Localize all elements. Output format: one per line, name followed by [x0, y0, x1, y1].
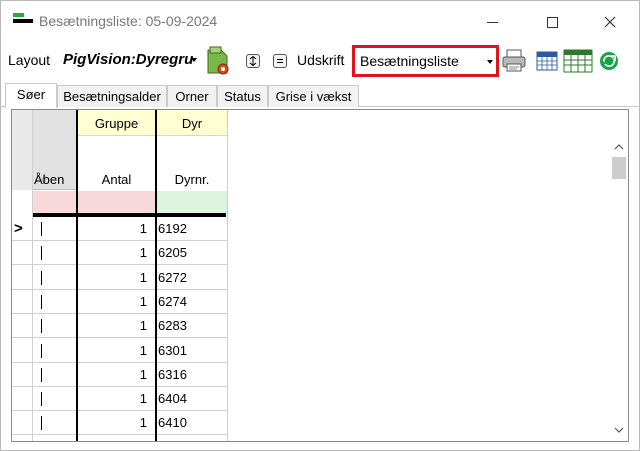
- cell-dyrnr[interactable]: 6316: [158, 367, 187, 382]
- cell-antal[interactable]: 1: [78, 318, 147, 333]
- layout-dropdown-arrow-icon[interactable]: [191, 58, 197, 62]
- print-label: Udskrift: [297, 52, 345, 68]
- cell-dyrnr[interactable]: 6283: [158, 318, 187, 333]
- cell-dyrnr[interactable]: 6301: [158, 343, 187, 358]
- vertical-scrollbar[interactable]: [610, 135, 628, 441]
- table-grid-icon[interactable]: [563, 49, 593, 73]
- scroll-thumb[interactable]: [612, 157, 626, 179]
- close-icon: [604, 16, 616, 28]
- expand-button[interactable]: [246, 54, 260, 68]
- cell-aben[interactable]: [41, 367, 42, 382]
- minimize-button[interactable]: [469, 9, 515, 35]
- cell-aben[interactable]: [41, 416, 42, 431]
- cell-antal[interactable]: 1: [78, 343, 147, 358]
- column-header-antal[interactable]: Antal: [78, 137, 155, 190]
- cell-dyrnr[interactable]: 6192: [158, 221, 187, 236]
- scroll-down-icon[interactable]: [614, 425, 624, 435]
- cell-dyrnr[interactable]: 6274: [158, 294, 187, 309]
- table-row[interactable]: 1 6272: [12, 266, 227, 290]
- collapse-button[interactable]: [273, 54, 287, 68]
- table-row[interactable]: 1 6274: [12, 290, 227, 314]
- expand-icon: [249, 55, 257, 67]
- layout-label: Layout: [8, 52, 51, 68]
- column-header-aben[interactable]: Åben: [32, 110, 77, 190]
- data-grid[interactable]: Åben Gruppe Antal Dyr Dyrnr. >1 6192 1 6205…: [11, 109, 629, 442]
- table-row[interactable]: >1 6192: [12, 217, 227, 241]
- scroll-up-icon[interactable]: [614, 142, 624, 152]
- current-row-indicator: >: [14, 220, 23, 237]
- table-row[interactable]: 1 6316: [12, 363, 227, 387]
- collapse-icon: [277, 59, 283, 63]
- column-header-dyrnr[interactable]: Dyrnr.: [157, 137, 227, 190]
- cell-antal[interactable]: 1: [78, 270, 147, 285]
- calendar-icon[interactable]: [536, 50, 558, 72]
- cell-antal[interactable]: 1: [78, 294, 147, 309]
- cell-aben[interactable]: [41, 222, 42, 236]
- cell-aben[interactable]: [41, 246, 42, 261]
- close-button[interactable]: [587, 9, 633, 35]
- maximize-icon: [546, 16, 558, 28]
- report-dropdown[interactable]: Besætningsliste: [352, 45, 499, 77]
- filter-row-dyrnr[interactable]: [157, 191, 227, 213]
- window-title: Besætningsliste: 05-09-2024: [39, 13, 218, 29]
- tab-bar: Søer Besætningsalder Orner Status Grise …: [1, 83, 639, 108]
- table-row[interactable]: 1 6404: [12, 387, 227, 412]
- printer-icon[interactable]: [501, 48, 527, 74]
- tab-besaetningsalder[interactable]: Besætningsalder: [57, 85, 167, 107]
- cell-dyrnr[interactable]: 6410: [158, 415, 187, 430]
- minimize-icon: [486, 21, 498, 23]
- cell-aben[interactable]: [41, 294, 42, 309]
- report-dropdown-value: Besætningsliste: [360, 53, 459, 69]
- cell-antal[interactable]: 1: [78, 391, 147, 406]
- tab-grise-i-vaekst[interactable]: Grise i vækst: [268, 85, 359, 107]
- refresh-icon[interactable]: [599, 51, 619, 71]
- column-divider: [155, 110, 157, 441]
- cell-aben[interactable]: [41, 392, 42, 407]
- column-divider: [32, 110, 33, 441]
- group-header-dyr: Dyr: [157, 110, 227, 136]
- cell-aben[interactable]: [41, 270, 42, 285]
- cell-dyrnr[interactable]: 6272: [158, 270, 187, 285]
- cell-dyrnr[interactable]: 6205: [158, 245, 187, 260]
- cell-antal[interactable]: 1: [78, 415, 147, 430]
- app-logo-icon: [13, 13, 33, 27]
- filter-row-antal[interactable]: [32, 191, 155, 213]
- group-header-gruppe: Gruppe: [78, 110, 155, 136]
- report-dropdown-arrow-icon: [487, 60, 493, 64]
- tab-soer[interactable]: Søer: [5, 83, 57, 108]
- cell-antal[interactable]: 1: [78, 367, 147, 382]
- table-row[interactable]: 1 6410: [12, 411, 227, 436]
- cell-dyrnr[interactable]: 6404: [158, 391, 187, 406]
- layout-dropdown[interactable]: PigVision:Dyregruppe: [63, 51, 193, 68]
- column-divider: [227, 110, 228, 441]
- table-row[interactable]: 1 6301: [12, 339, 227, 363]
- tab-orner[interactable]: Orner: [167, 85, 217, 107]
- app-window: Besætningsliste: 05-09-2024 Layout PigVi…: [0, 0, 640, 451]
- toolbar: Layout PigVision:Dyregruppe Udskrift Bes…: [1, 41, 639, 81]
- layout-settings-icon[interactable]: [205, 46, 231, 76]
- title-bar: Besætningsliste: 05-09-2024: [1, 1, 639, 41]
- tab-status[interactable]: Status: [217, 85, 268, 107]
- cell-aben[interactable]: [41, 343, 42, 358]
- cell-aben[interactable]: [41, 319, 42, 334]
- cell-antal[interactable]: 1: [78, 245, 147, 260]
- column-header-aben-label: Åben: [34, 172, 65, 187]
- column-divider: [76, 110, 78, 441]
- table-row[interactable]: 1 6205: [12, 241, 227, 266]
- table-row[interactable]: 1 6283: [12, 314, 227, 339]
- cell-antal[interactable]: 1: [78, 221, 147, 236]
- maximize-button[interactable]: [529, 9, 575, 35]
